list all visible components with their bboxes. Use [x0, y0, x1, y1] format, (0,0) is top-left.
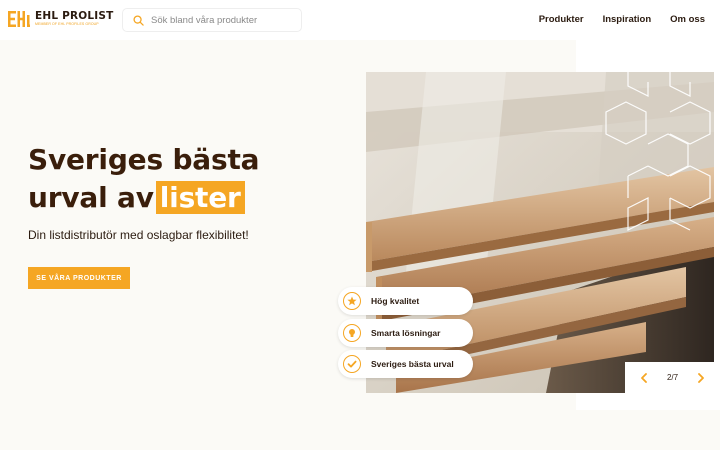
hero-title-line1: Sveriges bästa [28, 143, 260, 176]
search-input[interactable]: Sök bland våra produkter [122, 8, 302, 32]
main-nav: Produkter Inspiration Om oss [539, 14, 705, 25]
feature-smarta-losningar[interactable]: Smarta lösningar [338, 318, 473, 347]
lightbulb-icon [343, 323, 361, 342]
hero-title-highlight: lister [155, 181, 245, 214]
logo-mark-icon [8, 11, 30, 27]
check-icon [343, 355, 361, 373]
see-products-button[interactable]: SE VÅRA PRODUKTER [28, 267, 130, 289]
hero-title-line2: urval av [28, 181, 154, 214]
feature-label: Smarta lösningar [371, 327, 441, 338]
logo-tagline: MEMBER OF EHL PROFILES GROUP [35, 22, 99, 26]
feature-list: Hög kvalitet Smarta lösningar Sveriges b… [338, 287, 473, 382]
chevron-left-icon [641, 372, 647, 383]
star-icon [343, 292, 361, 310]
chevron-right-icon [698, 372, 704, 383]
nav-item-om-oss[interactable]: Om oss [670, 14, 705, 25]
nav-item-inspiration[interactable]: Inspiration [603, 14, 652, 25]
search-placeholder: Sök bland våra produkter [151, 14, 258, 26]
feature-label: Hög kvalitet [371, 296, 420, 306]
hero-subtitle: Din listdistributör med oslagbar flexibi… [28, 228, 249, 242]
page: EHL PROLIST MEMBER OF EHL PROFILES GROUP… [0, 0, 720, 450]
hero-title: Sveriges bästa urval av lister [28, 141, 260, 217]
search-icon [133, 14, 144, 26]
feature-label: Sveriges bästa urval [371, 359, 454, 369]
site-header: EHL PROLIST MEMBER OF EHL PROFILES GROUP… [0, 0, 720, 40]
slider-next-button[interactable] [694, 371, 708, 385]
slider-controls: 2/7 [625, 362, 720, 393]
logo-name: EHL PROLIST [35, 10, 114, 22]
slider-prev-button[interactable] [637, 371, 651, 385]
feature-sveriges-basta-urval[interactable]: Sveriges bästa urval [338, 350, 473, 378]
slide-counter: 2/7 [666, 373, 679, 382]
feature-hog-kvalitet[interactable]: Hög kvalitet [338, 287, 473, 315]
logo[interactable]: EHL PROLIST MEMBER OF EHL PROFILES GROUP [8, 11, 114, 31]
nav-item-produkter[interactable]: Produkter [539, 14, 584, 25]
